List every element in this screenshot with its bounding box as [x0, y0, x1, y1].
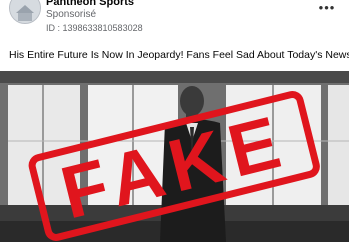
building-icon — [10, 0, 40, 23]
post-image[interactable]: FAKE — [0, 71, 349, 242]
more-options-button[interactable]: ••• — [316, 0, 338, 17]
post-photo: FAKE — [0, 71, 349, 242]
post-header: Pantheon Sports Sponsorisé ID : 13986338… — [0, 0, 349, 40]
page-name-link[interactable]: Pantheon Sports — [46, 0, 134, 8]
more-horizontal-icon: ••• — [318, 0, 336, 15]
post-text: His Entire Future Is Now In Jeopardy! Fa… — [9, 49, 349, 61]
page-avatar[interactable] — [9, 0, 41, 24]
post-id: ID : 1398633810583028 — [46, 23, 143, 33]
sponsored-label[interactable]: Sponsorisé — [46, 9, 96, 20]
